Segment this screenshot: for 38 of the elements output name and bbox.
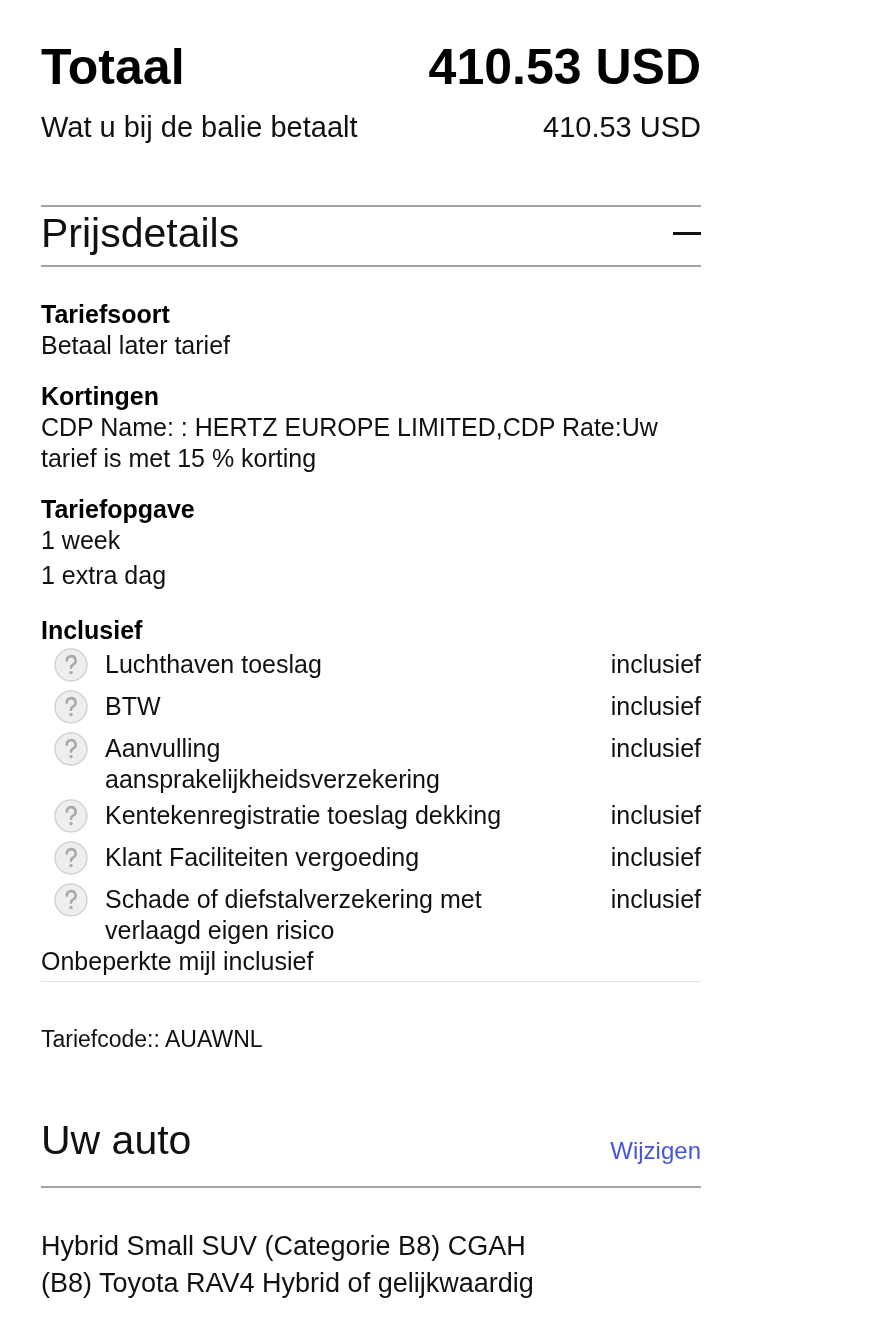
detail-text: 1 extra dag	[41, 560, 168, 591]
total-label: Totaal	[41, 38, 185, 96]
help-icon[interactable]	[54, 799, 88, 833]
fee-name: Schade of diefstalverzekering met verlaagd eigen risico	[105, 884, 483, 946]
total-amount: 410.53 USD	[428, 38, 701, 96]
counter-payment-label: Wat u bij de balie betaalt	[41, 110, 358, 145]
change-link[interactable]: Wijzigen	[610, 1136, 701, 1166]
section-heading: Tariefsoort	[41, 299, 171, 330]
minus-icon[interactable]	[673, 231, 701, 235]
counter-payment-amount: 410.53 USD	[543, 110, 701, 145]
fee-status: inclusief	[610, 649, 701, 680]
fee-name: Kentekenregistratie toeslag dekking	[105, 800, 503, 831]
detail-text: CDP Name: : HERTZ EUROPE LIMITED,CDP Rate:Uw tarief is met 15 % korting	[41, 412, 659, 474]
section-heading: Kortingen	[41, 381, 161, 412]
fee-name: BTW	[105, 691, 162, 722]
section-title: Uw auto	[41, 1116, 192, 1165]
rate-code: Tariefcode:: AUAWNL	[41, 1025, 263, 1053]
fee-status: inclusief	[610, 800, 701, 831]
car-description: (B8) Toyota RAV4 Hybrid of gelijkwaardig	[41, 1267, 534, 1300]
fee-status: inclusief	[610, 691, 701, 722]
fee-status: inclusief	[610, 842, 701, 873]
help-icon[interactable]	[54, 883, 88, 917]
fee-name: Klant Faciliteiten vergoeding	[105, 842, 421, 873]
section-heading: Inclusief	[41, 616, 144, 644]
fee-status: inclusief	[610, 733, 701, 764]
car-description: Hybrid Small SUV (Categorie B8) CGAH	[41, 1230, 526, 1263]
help-icon[interactable]	[54, 648, 88, 682]
detail-text: Betaal later tarief	[41, 330, 231, 361]
help-icon[interactable]	[54, 841, 88, 875]
section-title: Prijsdetails	[41, 209, 240, 258]
mileage-note: Onbeperkte mijl inclusief	[41, 946, 315, 977]
detail-text: 1 week	[41, 525, 122, 556]
help-icon[interactable]	[54, 690, 88, 724]
fee-name: Aanvulling aansprakelijkheidsverzekering	[105, 733, 441, 795]
section-heading: Tariefopgave	[41, 494, 196, 525]
fee-name: Luchthaven toeslag	[105, 649, 323, 680]
help-icon[interactable]	[54, 732, 88, 766]
fee-status: inclusief	[610, 884, 701, 915]
